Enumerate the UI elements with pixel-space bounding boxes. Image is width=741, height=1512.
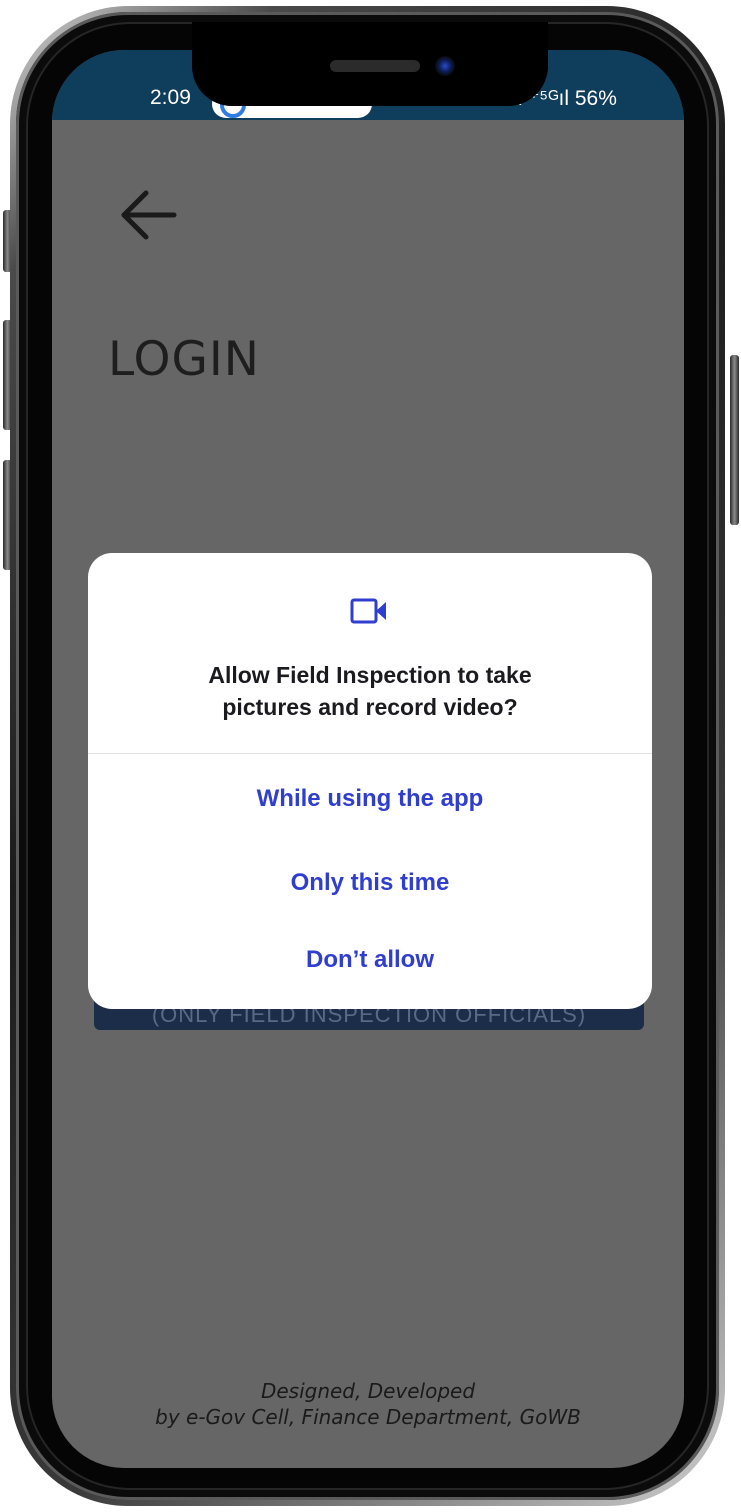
front-camera-icon bbox=[435, 56, 455, 76]
permission-dialog: Allow Field Inspection to take pictures … bbox=[88, 553, 652, 1009]
status-time: 2:09 bbox=[150, 86, 191, 109]
page-title: LOGIN bbox=[108, 332, 260, 387]
back-arrow-icon[interactable] bbox=[118, 190, 178, 240]
phone-notch bbox=[192, 22, 548, 106]
footer-line-2: by e-Gov Cell, Finance Department, GoWB bbox=[155, 1405, 581, 1429]
phone-screen: 2:09 ıl ⁺⁵ᴳıl 56% LOGIN (ONLY FIELD INSP… bbox=[52, 50, 684, 1468]
earpiece-speaker bbox=[330, 60, 420, 72]
power-button bbox=[730, 355, 739, 525]
dialog-title-line-1: Allow Field Inspection to take bbox=[208, 662, 532, 688]
footer-credits: Designed, Developed by e-Gov Cell, Finan… bbox=[52, 1378, 684, 1430]
dialog-title: Allow Field Inspection to take pictures … bbox=[108, 659, 632, 723]
dialog-title-line-2: pictures and record video? bbox=[222, 694, 518, 720]
footer-line-1: Designed, Developed bbox=[260, 1379, 476, 1403]
only-this-time-button[interactable]: Only this time bbox=[108, 869, 632, 897]
dialog-divider bbox=[88, 753, 652, 754]
dont-allow-button[interactable]: Don’t allow bbox=[108, 946, 632, 974]
videocam-icon bbox=[350, 597, 388, 625]
while-using-app-button[interactable]: While using the app bbox=[108, 785, 632, 813]
phone-device: 2:09 ıl ⁺⁵ᴳıl 56% LOGIN (ONLY FIELD INSP… bbox=[0, 0, 741, 1512]
